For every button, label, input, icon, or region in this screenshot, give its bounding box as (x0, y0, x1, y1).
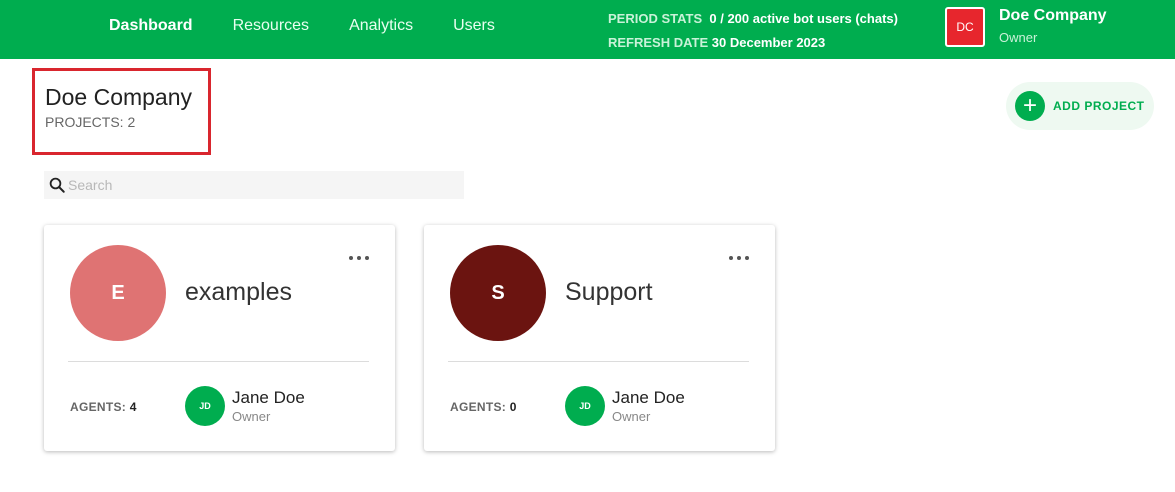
project-avatar: E (70, 245, 166, 341)
plus-icon: + (1015, 91, 1045, 121)
owner-name: Jane Doe (232, 388, 305, 407)
account-meta: Doe Company Owner (999, 7, 1107, 47)
period-stats-value: 0 / 200 active bot users (chats) (709, 11, 898, 26)
nav-analytics[interactable]: Analytics (349, 17, 413, 35)
agents-label: AGENTS: (450, 400, 507, 414)
nav-dashboard[interactable]: Dashboard (109, 17, 193, 35)
card-divider (68, 361, 369, 362)
agents-value: 4 (129, 400, 137, 414)
project-avatar: S (450, 245, 546, 341)
project-card[interactable]: S Support AGENTS: 0 JD Jane Doe Owner (424, 225, 775, 451)
owner-avatar: JD (565, 386, 605, 426)
top-bar: Dashboard Resources Analytics Users PERI… (0, 0, 1175, 59)
company-header: Doe Company PROJECTS: 2 (32, 68, 211, 155)
nav-users[interactable]: Users (453, 17, 495, 35)
agents-count: AGENTS: 0 (450, 400, 517, 414)
card-divider (448, 361, 749, 362)
search-bar (44, 171, 464, 199)
add-project-label: ADD PROJECT (1053, 99, 1145, 113)
main-nav: Dashboard Resources Analytics Users (109, 0, 535, 52)
agents-count: AGENTS: 4 (70, 400, 137, 414)
search-icon (49, 177, 65, 193)
nav-resources[interactable]: Resources (233, 17, 309, 35)
refresh-date-value: 30 December 2023 (711, 35, 826, 50)
owner-avatar: JD (185, 386, 225, 426)
account-role: Owner (999, 30, 1038, 45)
more-options-icon[interactable] (349, 253, 369, 263)
search-input[interactable] (68, 177, 448, 193)
project-name[interactable]: Support (565, 278, 653, 307)
account-name: Doe Company (999, 7, 1107, 24)
agents-value: 0 (509, 400, 517, 414)
add-project-button[interactable]: + ADD PROJECT (1006, 82, 1154, 130)
project-card[interactable]: E examples AGENTS: 4 JD Jane Doe Owner (44, 225, 395, 451)
account-menu[interactable]: DC Doe Company Owner (945, 7, 1107, 47)
period-stats-label: PERIOD STATS (608, 11, 703, 26)
more-options-icon[interactable] (729, 253, 749, 263)
owner-role: Owner (612, 409, 651, 424)
owner-role: Owner (232, 409, 271, 424)
projects-count: PROJECTS: 2 (45, 114, 136, 130)
agents-label: AGENTS: (70, 400, 127, 414)
account-avatar[interactable]: DC (945, 7, 985, 47)
period-stats: PERIOD STATS 0 / 200 active bot users (c… (608, 7, 898, 55)
owner-name: Jane Doe (612, 388, 685, 407)
refresh-date-label: REFRESH DATE (608, 35, 709, 50)
project-name[interactable]: examples (185, 278, 292, 307)
page-title: Doe Company (45, 84, 193, 110)
